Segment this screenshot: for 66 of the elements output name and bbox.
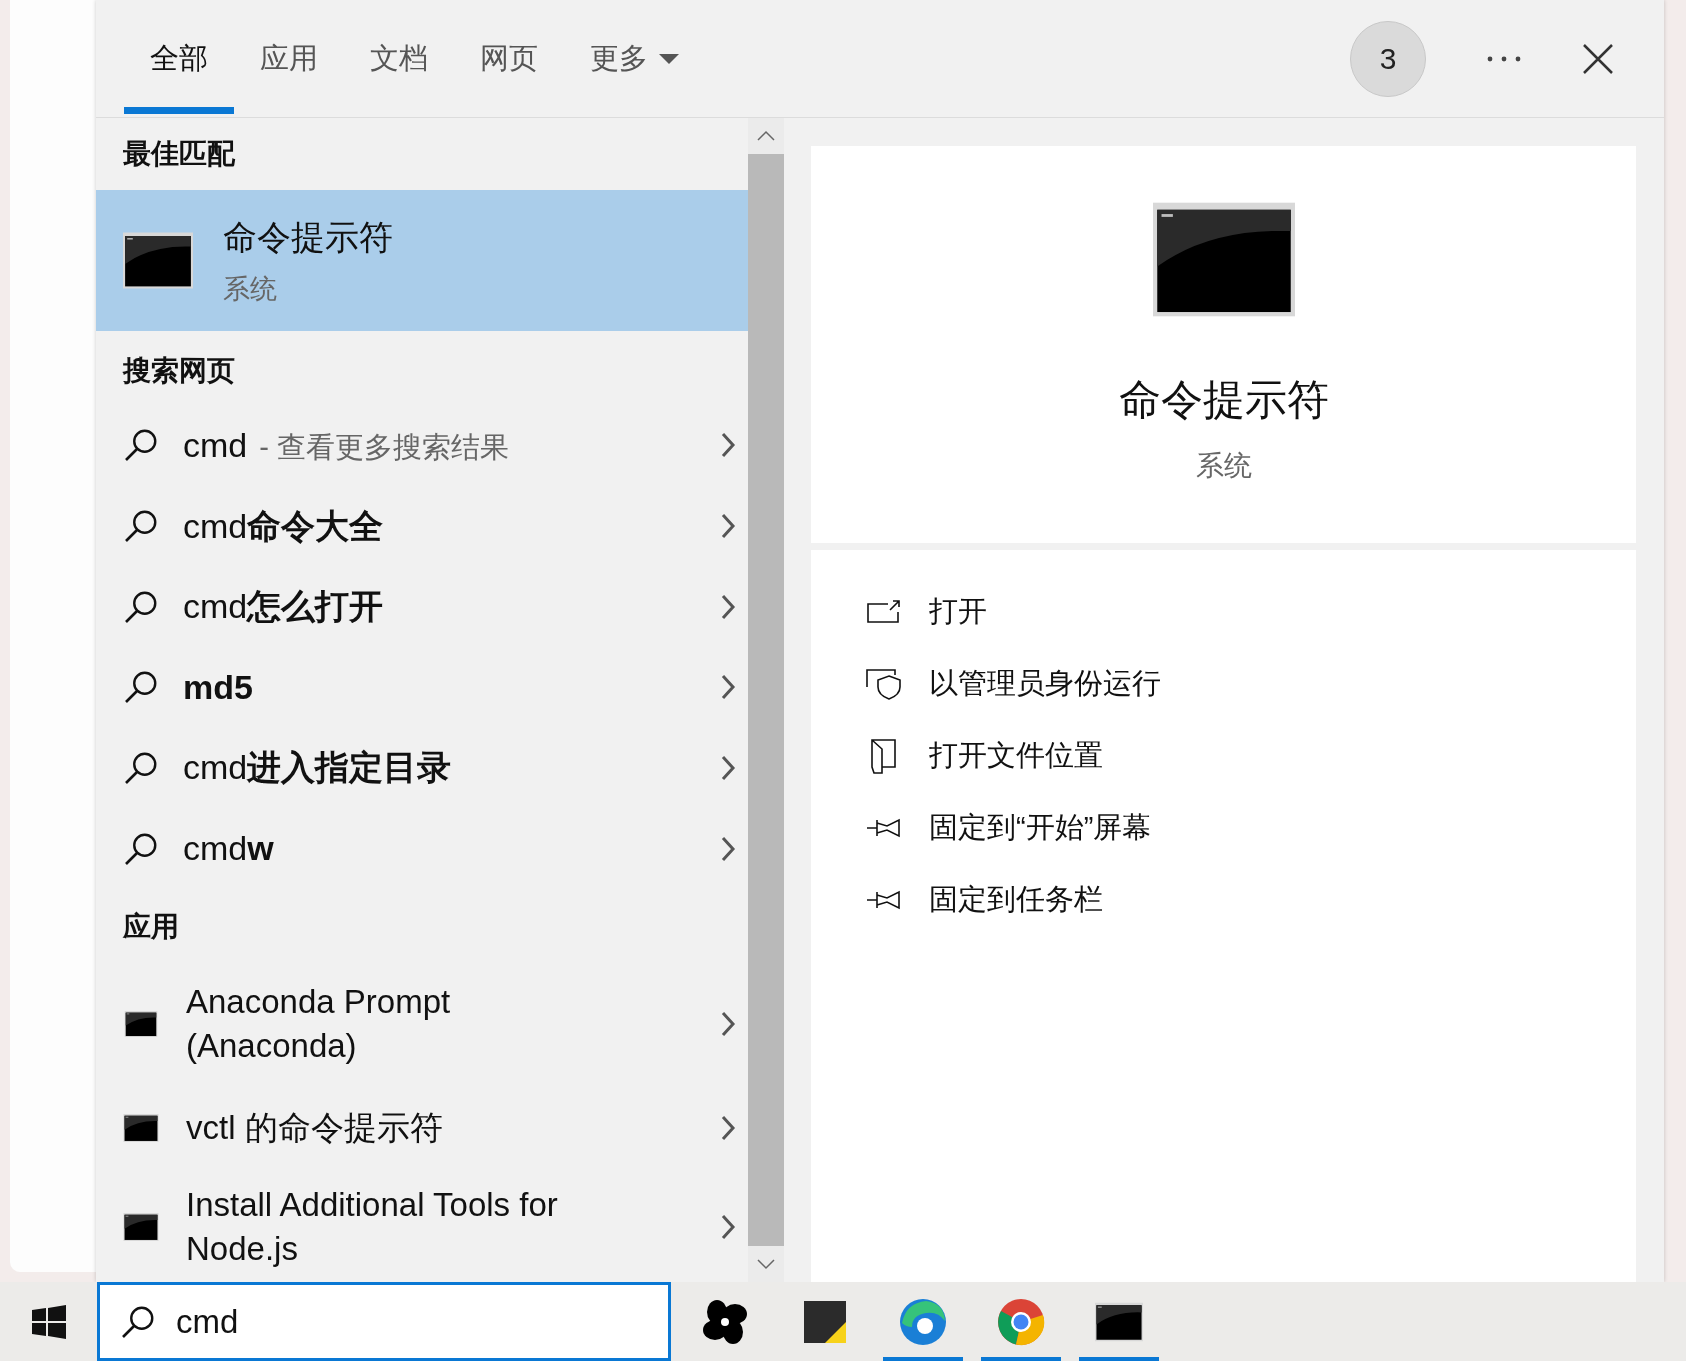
action-item[interactable]: 以管理员身份运行 <box>865 648 1636 720</box>
action-item[interactable]: 固定到“开始”屏幕 <box>865 792 1636 864</box>
section-heading: 搜索网页 <box>121 354 236 389</box>
scroll-down-icon[interactable] <box>756 1258 776 1270</box>
web-search-item[interactable]: cmdw <box>96 808 748 889</box>
command-prompt-icon <box>1152 201 1295 318</box>
app-item[interactable]: Install Additional Tools for Node.js <box>96 1171 748 1282</box>
chevron-right-icon <box>720 431 736 460</box>
action-item[interactable]: 打开 <box>865 576 1636 648</box>
chrome-browser-icon <box>996 1296 1046 1347</box>
action-item[interactable]: 固定到任务栏 <box>865 864 1636 936</box>
suggestion-text: cmdw <box>183 828 274 869</box>
web-search-item[interactable]: md5 <box>96 647 748 728</box>
best-match-item[interactable]: 命令提示符 系统 <box>96 189 748 332</box>
app-item[interactable]: Anaconda Prompt (Anaconda) <box>96 965 748 1084</box>
open-external-icon <box>866 598 902 626</box>
section-heading: 最佳匹配 <box>122 136 236 171</box>
suggestion-text: cmd怎么打开 <box>183 586 384 628</box>
suggestion-note: - 查看更多搜索结果 <box>259 429 509 465</box>
app-item[interactable]: vctl 的命令提示符 <box>96 1083 748 1172</box>
taskbar-search-field[interactable]: cmd <box>97 1282 671 1361</box>
web-search-item[interactable]: cmd怎么打开 <box>96 566 748 647</box>
suggestion-text: cmd <box>183 424 248 466</box>
preview-title: 命令提示符 <box>1118 375 1329 425</box>
edge-browser-icon <box>898 1296 948 1347</box>
close-icon[interactable] <box>1582 42 1614 75</box>
item-subtitle: 系统 <box>223 272 278 306</box>
terminal-icon <box>1095 1301 1143 1342</box>
chevron-right-icon <box>720 1212 736 1241</box>
chevron-right-icon <box>720 753 736 782</box>
chevron-right-icon <box>720 1113 736 1142</box>
chevron-right-icon <box>720 512 736 541</box>
sticky-note-icon <box>803 1299 847 1344</box>
item-title: 命令提示符 <box>223 216 393 258</box>
command-prompt-icon <box>123 232 193 290</box>
chevron-right-icon <box>720 673 736 702</box>
preview-subtitle: 系统 <box>1195 449 1252 483</box>
prompt-icon <box>123 1011 159 1038</box>
chevron-right-icon <box>720 1010 736 1039</box>
filter-tab[interactable]: 网页 <box>454 0 564 117</box>
section-heading: 应用 <box>122 910 180 945</box>
web-search-item[interactable]: cmd - 查看更多搜索结果 <box>96 405 748 486</box>
web-search-item[interactable]: cmd进入指定目录 <box>96 727 748 809</box>
console-icon <box>123 1212 159 1241</box>
shield-icon <box>865 667 903 701</box>
suggestion-text: md5 <box>183 666 253 708</box>
app-name: vctl 的命令提示符 <box>186 1107 444 1148</box>
console-icon <box>123 1113 159 1142</box>
chevron-right-icon <box>720 834 736 863</box>
pinwheel-icon <box>701 1297 749 1346</box>
badge[interactable]: 3 <box>1350 20 1426 97</box>
filter-tab[interactable]: 文档 <box>344 0 454 117</box>
scroll-up-icon[interactable] <box>756 130 776 142</box>
app-name: Anaconda Prompt (Anaconda) <box>186 982 452 1067</box>
windows-logo-icon[interactable] <box>31 1304 66 1339</box>
action-item[interactable]: 打开文件位置 <box>865 720 1636 792</box>
search-input[interactable]: cmd <box>176 1296 476 1347</box>
more-options-icon[interactable] <box>1486 54 1522 63</box>
app-name: Install Additional Tools for Node.js <box>186 1184 559 1269</box>
filter-tab[interactable]: 全部 <box>124 0 234 117</box>
chevron-right-icon <box>720 592 736 621</box>
filter-tab[interactable]: 应用 <box>234 0 344 117</box>
suggestion-text: cmd进入指定目录 <box>183 747 452 789</box>
suggestion-text: cmd命令大全 <box>183 505 384 547</box>
web-search-item[interactable]: cmd命令大全 <box>96 485 748 567</box>
filter-tab[interactable]: 更多 <box>564 0 706 117</box>
